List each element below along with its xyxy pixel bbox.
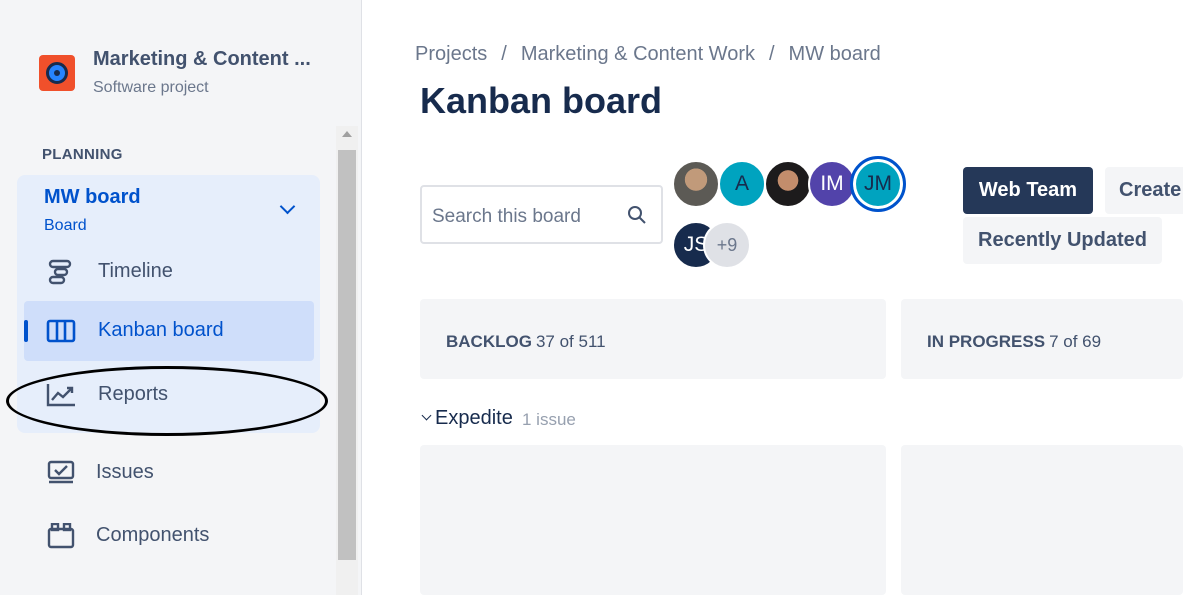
- column-header-backlog[interactable]: BACKLOG 37 of 511: [420, 299, 886, 379]
- sidebar-scrollbar-thumb[interactable]: [338, 150, 356, 560]
- column-header-in-progress[interactable]: IN PROGRESS 7 of 69: [901, 299, 1183, 379]
- column-count: 37 of 511: [535, 332, 606, 351]
- breadcrumb-separator: /: [501, 43, 507, 65]
- board-selector-subtitle: Board: [44, 217, 87, 234]
- sidebar-item-components[interactable]: Components: [24, 506, 314, 566]
- page-title: Kanban board: [420, 80, 663, 121]
- create-filter-button[interactable]: Create: [1105, 167, 1183, 214]
- planning-section-label: PLANNING: [42, 146, 123, 163]
- breadcrumb-separator: /: [768, 43, 775, 65]
- avatar[interactable]: A: [718, 160, 766, 208]
- column-title: BACKLOG 37 of 511: [446, 332, 606, 351]
- web-team-filter-button[interactable]: Web Team: [963, 167, 1093, 214]
- project-avatar-icon[interactable]: [39, 55, 75, 91]
- more-avatars-button[interactable]: +9: [703, 221, 751, 269]
- chevron-down-icon[interactable]: [421, 410, 432, 421]
- search-icon[interactable]: [627, 205, 647, 225]
- sidebar-item-label: Components: [96, 524, 210, 546]
- avatar[interactable]: [672, 160, 720, 208]
- avatar-selected[interactable]: JM: [850, 156, 906, 212]
- breadcrumb: Projects / Marketing & Content Work / MW boa…: [415, 43, 881, 66]
- kanban-board-icon: [46, 319, 76, 343]
- project-name[interactable]: Marketing & Content ...: [93, 48, 311, 71]
- breadcrumb-board[interactable]: MW board: [789, 43, 881, 66]
- sidebar-item-label: Issues: [96, 461, 154, 483]
- avatar[interactable]: [764, 160, 812, 208]
- components-icon: [47, 523, 75, 549]
- annotation-ellipse: [6, 366, 328, 436]
- board-selector-title[interactable]: MW board: [44, 186, 141, 209]
- sidebar-item-timeline[interactable]: Timeline: [24, 242, 314, 302]
- breadcrumb-project[interactable]: Marketing & Content Work: [521, 43, 755, 66]
- timeline-icon: [48, 259, 72, 285]
- column-title: IN PROGRESS 7 of 69: [927, 332, 1102, 351]
- recently-updated-filter-button[interactable]: Recently Updated: [963, 217, 1162, 264]
- sidebar-item-kanban-board[interactable]: Kanban board: [24, 301, 314, 361]
- search-input[interactable]: Search this board: [420, 185, 663, 244]
- breadcrumb-projects[interactable]: Projects: [415, 43, 487, 66]
- project-type: Software project: [93, 79, 209, 96]
- avatar[interactable]: IM: [808, 160, 856, 208]
- scroll-up-arrow-icon[interactable]: [342, 131, 352, 137]
- issues-icon: [47, 460, 75, 484]
- sidebar-item-label: Timeline: [98, 260, 173, 282]
- swimlane-issue-count: 1 issue: [522, 410, 576, 429]
- sidebar: Marketing & Content ... Software project…: [0, 0, 362, 595]
- sidebar-item-label: Kanban board: [98, 319, 224, 341]
- search-placeholder: Search this board: [432, 206, 581, 227]
- sidebar-item-issues[interactable]: Issues: [24, 443, 314, 503]
- column-body-in-progress[interactable]: [901, 445, 1183, 595]
- column-body-backlog[interactable]: [420, 445, 886, 595]
- swimlane-title[interactable]: Expedite: [435, 407, 513, 430]
- column-count: 7 of 69: [1049, 332, 1102, 351]
- active-indicator: [24, 320, 28, 342]
